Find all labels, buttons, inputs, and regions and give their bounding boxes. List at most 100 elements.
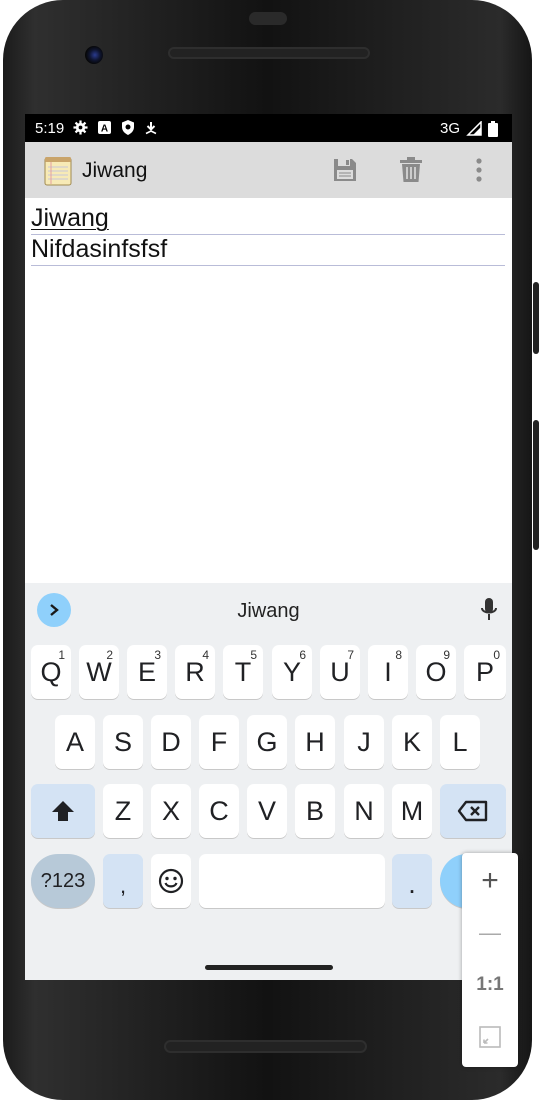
key-hint: 2 <box>106 648 113 662</box>
overflow-menu-button[interactable] <box>463 154 495 186</box>
suggestion-strip: Jiwang <box>25 583 512 637</box>
key-z[interactable]: Z <box>103 784 143 838</box>
delete-button[interactable] <box>395 154 427 186</box>
zoom-reset-button[interactable]: 1:1 <box>462 959 518 1011</box>
key-label: H <box>305 726 325 757</box>
key-label: ?123 <box>40 869 86 892</box>
key-n[interactable]: N <box>344 784 384 838</box>
zoom-in-label: + <box>481 864 499 897</box>
download-icon <box>145 121 157 134</box>
zoom-control-panel: + — 1:1 <box>462 853 518 1067</box>
notepad-app-icon <box>44 157 72 186</box>
status-icons-right: 3G <box>440 120 498 137</box>
zoom-out-label: — <box>479 920 501 945</box>
key-m[interactable]: M <box>392 784 432 838</box>
key-o[interactable]: O9 <box>416 645 456 699</box>
key-v[interactable]: V <box>247 784 287 838</box>
symbols-key[interactable]: ?123 <box>31 854 95 908</box>
key-h[interactable]: H <box>295 715 335 769</box>
key-label: J <box>357 726 371 757</box>
key-hint: 6 <box>299 648 306 662</box>
key-label: A <box>65 726 84 757</box>
key-y[interactable]: Y6 <box>272 645 312 699</box>
bottom-speaker <box>164 1040 367 1053</box>
key-l[interactable]: L <box>440 715 480 769</box>
microphone-icon[interactable] <box>480 597 498 623</box>
key-w[interactable]: W2 <box>79 645 119 699</box>
soft-keyboard: Jiwang Q1 W2 E3 R4 T5 Y6 U7 I8 O9 P0 A S… <box>25 583 512 980</box>
app-bar: Jiwang <box>25 142 512 198</box>
editor-line-2[interactable]: Nifdasinfsfsf <box>31 235 505 266</box>
key-label: M <box>400 795 424 826</box>
suggestion-word[interactable]: Jiwang <box>25 600 512 623</box>
save-button[interactable] <box>329 154 361 186</box>
volume-button <box>533 420 539 550</box>
key-hint: 0 <box>493 648 500 662</box>
key-g[interactable]: G <box>247 715 287 769</box>
key-label: I <box>384 656 392 687</box>
key-j[interactable]: J <box>344 715 384 769</box>
key-p[interactable]: P0 <box>464 645 506 699</box>
key-hint: 5 <box>250 648 257 662</box>
key-label: T <box>234 656 252 687</box>
key-i[interactable]: I8 <box>368 645 408 699</box>
key-u[interactable]: U7 <box>320 645 360 699</box>
key-label: , <box>119 873 127 898</box>
zoom-in-button[interactable]: + <box>462 855 518 907</box>
key-b[interactable]: B <box>295 784 335 838</box>
key-x[interactable]: X <box>151 784 191 838</box>
period-key[interactable]: . <box>392 854 432 908</box>
key-q[interactable]: Q1 <box>31 645 71 699</box>
delete-icon <box>400 157 422 182</box>
shift-icon <box>52 801 74 821</box>
key-s[interactable]: S <box>103 715 143 769</box>
key-label: P <box>475 656 494 687</box>
key-label: D <box>161 726 181 757</box>
key-hint: 8 <box>395 648 402 662</box>
key-label: C <box>209 795 229 826</box>
key-label: S <box>113 726 132 757</box>
note-title: Jiwang <box>82 159 148 182</box>
key-label: Z <box>114 795 132 826</box>
zoom-out-button[interactable]: — <box>462 907 518 959</box>
fit-screen-icon <box>479 1026 501 1048</box>
key-hint: 9 <box>443 648 450 662</box>
key-t[interactable]: T5 <box>223 645 263 699</box>
key-r[interactable]: R4 <box>175 645 215 699</box>
key-label: F <box>210 726 228 757</box>
status-time: 5:19 <box>35 120 65 137</box>
backspace-key[interactable] <box>440 784 506 838</box>
key-f[interactable]: F <box>199 715 239 769</box>
shield-icon <box>122 120 134 135</box>
key-hint: 1 <box>58 648 65 662</box>
key-label: G <box>256 726 278 757</box>
comma-key[interactable]: , <box>103 854 143 908</box>
status-icons-left: A <box>73 120 157 135</box>
a-badge-icon: A <box>98 121 111 134</box>
key-d[interactable]: D <box>151 715 191 769</box>
power-button <box>533 282 539 354</box>
editor-line-1[interactable]: Jiwang <box>31 204 505 235</box>
top-sensor <box>249 12 287 25</box>
key-label: K <box>402 726 421 757</box>
editor-line-1-text: Jiwang <box>31 204 109 232</box>
key-k[interactable]: K <box>392 715 432 769</box>
svg-text:A: A <box>101 124 108 135</box>
emoji-key[interactable] <box>151 854 191 908</box>
key-a[interactable]: A <box>55 715 95 769</box>
key-e[interactable]: E3 <box>127 645 167 699</box>
shift-key[interactable] <box>31 784 95 838</box>
emoji-icon <box>158 868 184 894</box>
battery-icon <box>488 120 498 137</box>
key-c[interactable]: C <box>199 784 239 838</box>
space-key[interactable] <box>199 854 385 908</box>
gesture-nav-handle[interactable] <box>205 965 333 970</box>
key-hint: 3 <box>154 648 161 662</box>
fit-screen-button[interactable] <box>462 1011 518 1063</box>
status-bar: 5:19 A 3G <box>25 114 512 142</box>
zoom-reset-label: 1:1 <box>476 974 504 995</box>
key-label: V <box>257 795 276 826</box>
note-editor[interactable]: Jiwang Nifdasinfsfsf <box>25 198 512 583</box>
key-label: X <box>161 795 180 826</box>
key-label: B <box>305 795 324 826</box>
